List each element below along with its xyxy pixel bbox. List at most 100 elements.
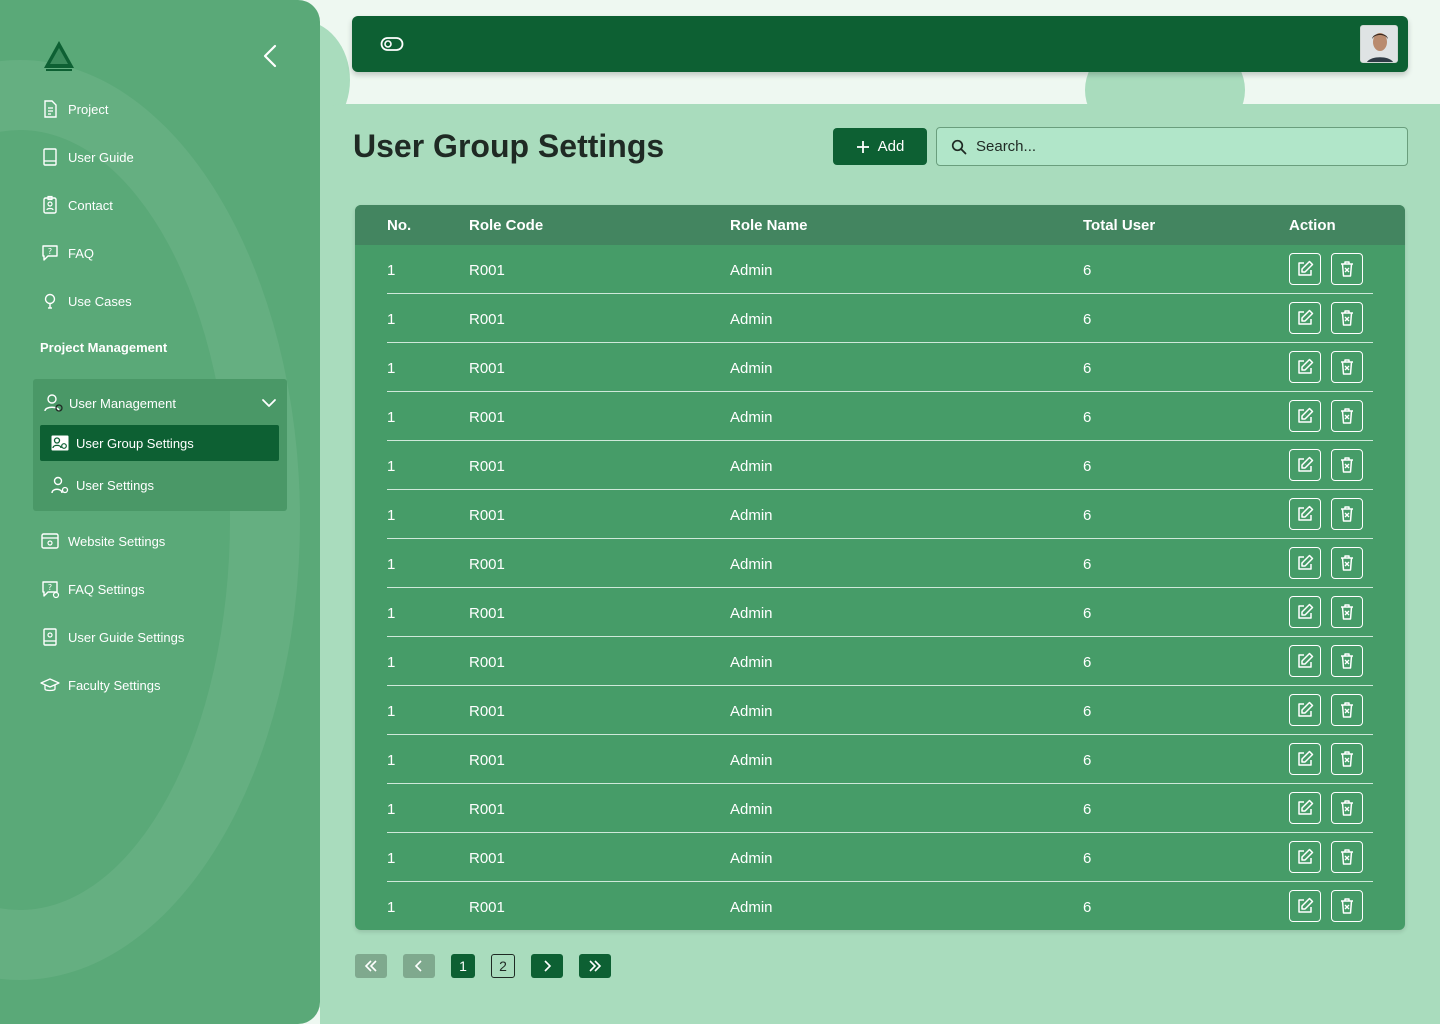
edit-button[interactable] — [1289, 400, 1321, 432]
cell-role-code: R001 — [469, 703, 505, 720]
sidebar-item-label: User Guide — [68, 149, 134, 165]
table-row: 1 R001 Admin 6 — [355, 441, 1405, 490]
trash-icon — [1341, 408, 1353, 424]
sidebar-item-user-guide[interactable]: User Guide — [40, 143, 134, 171]
trash-icon — [1341, 310, 1353, 326]
delete-button[interactable] — [1331, 302, 1363, 334]
edit-button[interactable] — [1289, 694, 1321, 726]
delete-button[interactable] — [1331, 547, 1363, 579]
plus-icon — [856, 140, 869, 153]
avatar[interactable] — [1360, 25, 1398, 63]
top-bar — [352, 16, 1408, 72]
collapse-sidebar-button[interactable] — [258, 42, 282, 70]
add-button[interactable]: Add — [833, 128, 927, 165]
delete-button[interactable] — [1331, 890, 1363, 922]
edit-button[interactable] — [1289, 596, 1321, 628]
delete-button[interactable] — [1331, 645, 1363, 677]
table-header: No. Role Code Role Name Total User Actio… — [355, 205, 1405, 245]
last-page-button[interactable] — [579, 954, 611, 978]
sidebar-item-label: Project — [68, 101, 109, 117]
edit-button[interactable] — [1289, 792, 1321, 824]
cell-total-user: 6 — [1083, 703, 1092, 720]
sidebar-item-user-settings[interactable]: User Settings — [40, 467, 279, 503]
table-row: 1 R001 Admin 6 — [355, 294, 1405, 343]
sidebar-item-user-guide-settings[interactable]: User Guide Settings — [40, 623, 184, 651]
chat-question-icon: ? — [42, 245, 58, 261]
delete-button[interactable] — [1331, 694, 1363, 726]
sidebar-item-contact[interactable]: Contact — [40, 191, 113, 219]
user-group-settings-icon — [51, 435, 69, 451]
user-management-label: User Management — [69, 395, 176, 411]
double-chevron-left-icon — [364, 960, 377, 972]
sidebar-item-project[interactable]: Project — [40, 95, 108, 123]
delete-button[interactable] — [1331, 400, 1363, 432]
sidebar-item-use-cases[interactable]: Use Cases — [40, 287, 132, 315]
page-button-1[interactable]: 1 — [451, 954, 475, 978]
search-input[interactable] — [976, 128, 1396, 165]
trash-icon — [1341, 359, 1353, 375]
cell-role-name: Admin — [730, 409, 773, 426]
table-body: 1 R001 Admin 6 1 R001 Admin 6 1 R001 Admin 6 1 R001 Ad… — [355, 245, 1405, 930]
edit-button[interactable] — [1289, 743, 1321, 775]
edit-button[interactable] — [1289, 645, 1321, 677]
edit-button[interactable] — [1289, 302, 1321, 334]
cell-role-name: Admin — [730, 801, 773, 818]
cell-no: 1 — [387, 262, 396, 279]
edit-button[interactable] — [1289, 351, 1321, 383]
double-chevron-right-icon — [589, 960, 602, 972]
cell-role-name: Admin — [730, 654, 773, 671]
edit-button[interactable] — [1289, 253, 1321, 285]
sidebar-item-faculty-settings[interactable]: Faculty Settings — [40, 671, 161, 699]
cell-role-name: Admin — [730, 556, 773, 573]
table-row: 1 R001 Admin 6 — [355, 588, 1405, 637]
edit-icon — [1298, 260, 1314, 276]
cell-role-code: R001 — [469, 262, 505, 279]
table-row: 1 R001 Admin 6 — [355, 833, 1405, 882]
sidebar-item-label: User Group Settings — [76, 435, 194, 451]
delete-button[interactable] — [1331, 351, 1363, 383]
trash-icon — [1341, 800, 1353, 816]
cell-total-user: 6 — [1083, 850, 1092, 867]
cell-no: 1 — [387, 360, 396, 377]
cell-role-name: Admin — [730, 850, 773, 867]
cell-total-user: 6 — [1083, 752, 1092, 769]
delete-button[interactable] — [1331, 253, 1363, 285]
trash-icon — [1341, 506, 1353, 522]
delete-button[interactable] — [1331, 449, 1363, 481]
delete-button[interactable] — [1331, 743, 1363, 775]
toggle-icon[interactable] — [380, 34, 404, 54]
sidebar-item-faq[interactable]: ? FAQ — [40, 239, 94, 267]
sidebar-item-label: Website Settings — [68, 533, 166, 549]
column-header-total-user: Total User — [1083, 217, 1156, 234]
logo-icon — [44, 41, 74, 71]
delete-button[interactable] — [1331, 792, 1363, 824]
delete-button[interactable] — [1331, 841, 1363, 873]
user-avatar-icon — [1361, 26, 1397, 62]
cell-role-code: R001 — [469, 654, 505, 671]
table-row: 1 R001 Admin 6 — [355, 392, 1405, 441]
sidebar-item-user-group-settings[interactable]: User Group Settings — [40, 425, 279, 461]
edit-button[interactable] — [1289, 449, 1321, 481]
cell-no: 1 — [387, 311, 396, 328]
document-icon — [44, 100, 57, 118]
cell-no: 1 — [387, 507, 396, 524]
sidebar-item-faq-settings[interactable]: ? FAQ Settings — [40, 575, 145, 603]
cell-no: 1 — [387, 703, 396, 720]
prev-page-button[interactable] — [403, 954, 435, 978]
delete-button[interactable] — [1331, 596, 1363, 628]
edit-button[interactable] — [1289, 498, 1321, 530]
edit-icon — [1298, 652, 1314, 668]
delete-button[interactable] — [1331, 498, 1363, 530]
user-management-toggle[interactable]: User Management — [43, 389, 279, 417]
trash-icon — [1341, 898, 1353, 914]
edit-button[interactable] — [1289, 890, 1321, 922]
sidebar-item-website-settings[interactable]: Website Settings — [40, 527, 165, 555]
trash-icon — [1341, 751, 1353, 767]
chevron-left-icon — [414, 960, 422, 972]
cell-total-user: 6 — [1083, 605, 1092, 622]
edit-button[interactable] — [1289, 841, 1321, 873]
first-page-button[interactable] — [355, 954, 387, 978]
next-page-button[interactable] — [531, 954, 563, 978]
page-button-2[interactable]: 2 — [491, 954, 515, 978]
edit-button[interactable] — [1289, 547, 1321, 579]
